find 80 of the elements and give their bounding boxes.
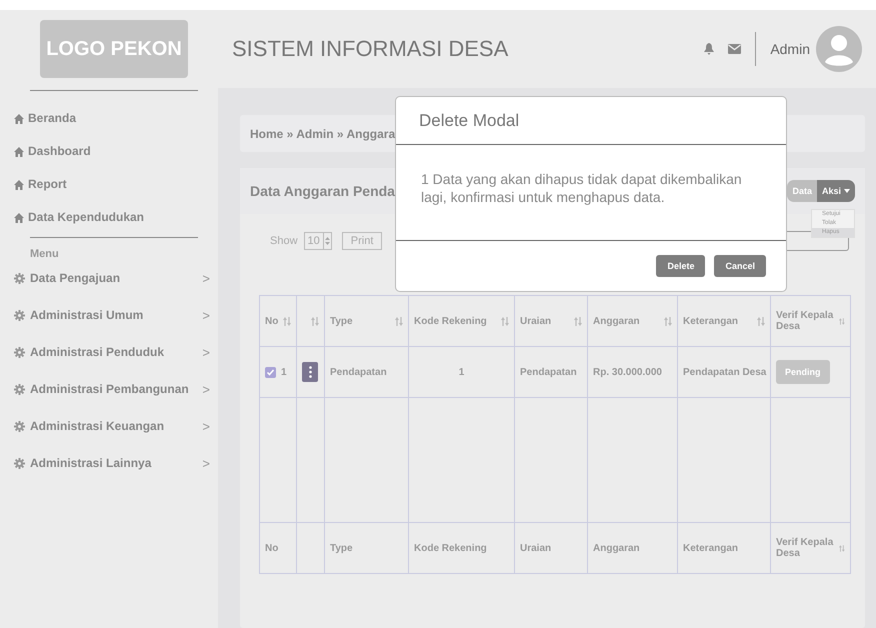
checkbox[interactable] [265,366,276,378]
action-button[interactable]: Aksi [816,180,855,202]
sort-icon [311,316,319,326]
chevron-icon: > [202,382,210,397]
column-header[interactable]: Kode Rekening [408,296,514,346]
column-header[interactable] [296,522,324,574]
column-header[interactable]: No [260,296,296,346]
chevron-icon: > [202,419,210,434]
modal-title: Delete Modal [396,97,786,146]
avatar-icon [816,26,862,72]
kebab-menu-button[interactable] [302,362,318,382]
menu-item[interactable]: Data Pengajuan [30,271,198,286]
gear-icon [14,458,25,469]
menu-item[interactable]: Administrasi Pembangunan [30,382,198,397]
table-cell: Pendapatan [514,346,588,398]
table-cell: Pendapatan Desa [678,346,770,398]
delete-button[interactable]: Delete [656,255,706,277]
column-header[interactable]: Type [324,522,408,574]
column-header[interactable] [296,296,324,346]
sort-icon [757,316,765,326]
home-icon [14,180,24,190]
menu-item[interactable]: Administrasi Keuangan [30,419,198,434]
status-button[interactable]: Pending [776,360,830,384]
mail-icon [728,44,742,54]
chevron-icon: > [202,308,210,323]
cancel-button[interactable]: Cancel [714,255,766,277]
column-header[interactable]: Anggaran [588,522,678,574]
nav-link[interactable]: Data Kependudukan [28,210,144,225]
caret-icon [844,189,850,193]
gear-icon [14,421,25,432]
sort-icon [283,316,291,326]
home-icon [14,212,24,222]
kebab-icon [308,366,312,378]
modal-message: 1 Data yang akan dihapus tidak dapat dikembalikan lagi, konfirmasi untuk menghapus data. [396,145,786,241]
section-label: Menu [29,248,60,260]
sort-icon [501,316,509,326]
page-size-field[interactable]: 10 [304,232,332,250]
gear-icon [14,384,25,395]
table-cell: 1 [408,346,514,398]
chevron-icon: > [202,271,210,286]
menu-item[interactable]: Administrasi Umum [30,308,198,323]
gear-icon [14,310,25,321]
card-title: Data Anggaran Penda [250,183,395,199]
chevron-icon: > [202,456,210,471]
column-header[interactable]: Verif Kepala Desa [770,296,850,346]
nav-link[interactable]: Beranda [28,111,76,126]
print-button[interactable]: Print [342,232,382,250]
column-header[interactable]: Verif Kepala Desa [770,522,850,574]
nav-link[interactable]: Report [28,177,67,192]
user-name: Admin [770,41,810,57]
menu-item[interactable]: Administrasi Lainnya [30,456,198,471]
sort-icon [664,316,672,326]
chevron-icon: > [202,345,210,360]
table-cell: Rp. 30.000.000 [588,346,678,398]
sort-icon [839,316,845,326]
nav-link[interactable]: Dashboard [28,144,91,159]
logo: LOGO PEKON [40,20,188,78]
gear-icon [14,347,25,358]
column-header[interactable]: No [260,522,296,574]
column-header[interactable]: Uraian [514,296,588,346]
sort-icon [395,316,403,326]
home-icon [14,146,24,156]
column-header[interactable]: Kode Rekening [408,522,514,574]
data-button[interactable]: Data [787,180,817,202]
column-header[interactable]: Keterangan [678,296,770,346]
column-header[interactable]: Anggaran [588,296,678,346]
spinner-icon [324,236,331,246]
table-cell: Pendapatan [324,346,408,398]
column-header[interactable]: Keterangan [678,522,770,574]
bell-icon [704,43,714,55]
menu-item[interactable]: Administrasi Penduduk [30,345,198,360]
column-header[interactable]: Uraian [514,522,588,574]
sort-icon [839,544,845,552]
app-title: SISTEM INFORMASI DESA [232,36,510,62]
sort-icon [574,316,582,326]
gear-icon [14,273,25,284]
table-cell: 1 [260,346,296,398]
column-header[interactable]: Type [324,296,408,346]
show-label: Show [270,235,298,247]
home-icon [14,114,24,124]
